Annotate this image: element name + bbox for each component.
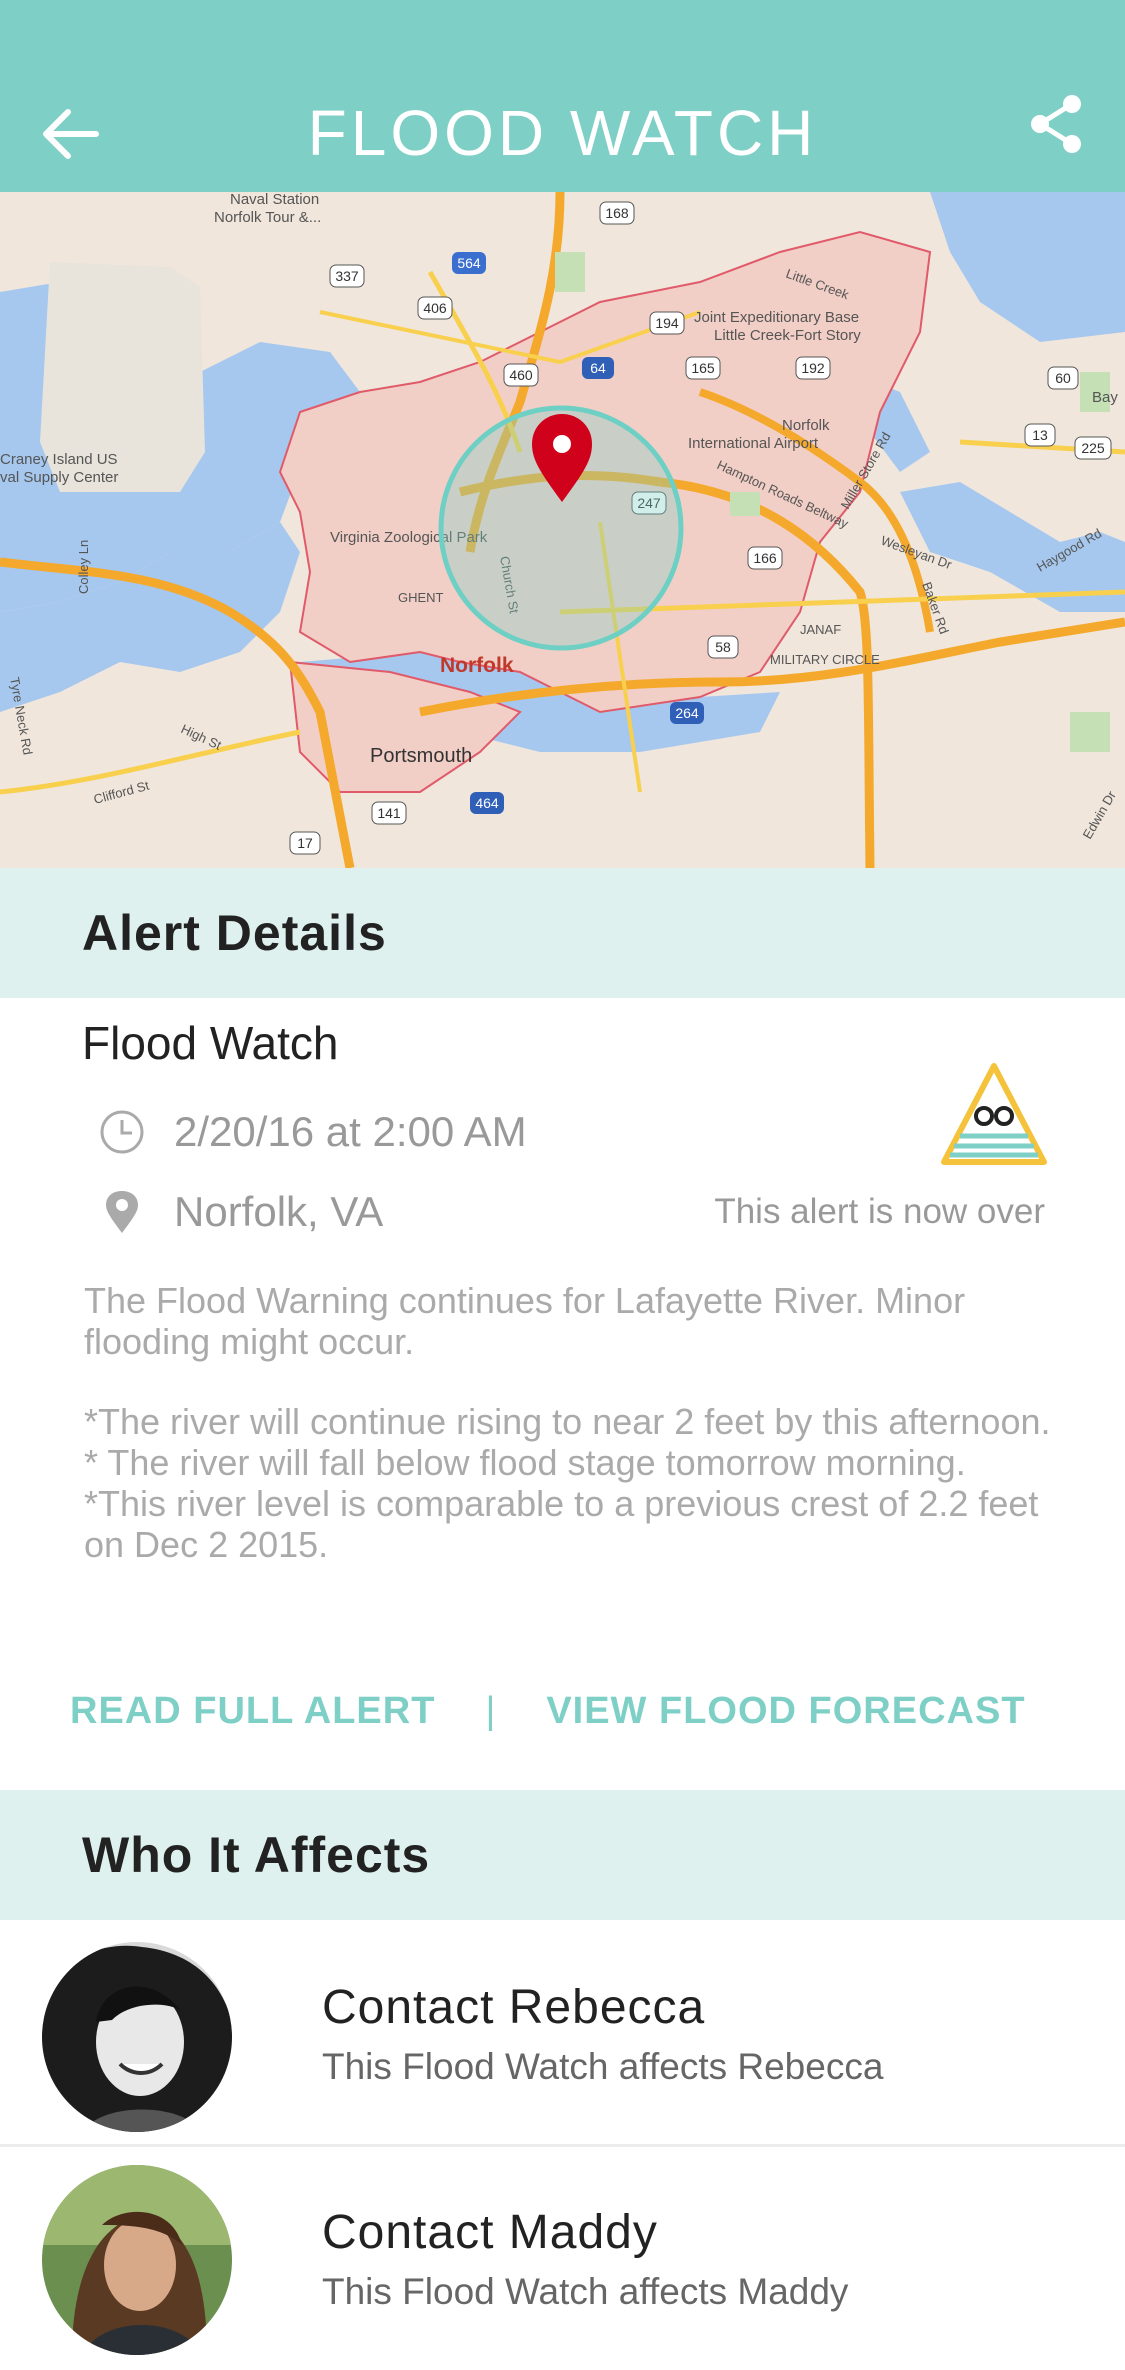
map-label: Craney Island US — [0, 451, 118, 468]
avatar — [42, 2165, 232, 2355]
svg-text:225: 225 — [1081, 440, 1105, 456]
read-full-alert-link[interactable]: READ FULL ALERT — [70, 1690, 435, 1733]
who-it-affects-header: Who It Affects — [0, 1790, 1125, 1920]
alert-paragraph: *The river will continue rising to near … — [84, 1401, 1051, 1442]
route-shield: 58 — [707, 635, 739, 659]
alert-location-row: Norfolk, VA — [96, 1186, 383, 1238]
route-shield: 192 — [795, 356, 831, 380]
map-label: JANAF — [800, 622, 841, 637]
svg-text:168: 168 — [605, 205, 629, 221]
svg-text:166: 166 — [753, 550, 777, 566]
map-label: Portsmouth — [370, 745, 472, 767]
route-shield: 17 — [289, 831, 321, 855]
route-shield: 13 — [1024, 423, 1056, 447]
svg-text:194: 194 — [655, 315, 679, 331]
alert-location: Norfolk, VA — [174, 1188, 384, 1235]
route-shield: 168 — [599, 201, 635, 225]
svg-text:141: 141 — [377, 805, 401, 821]
contact-row[interactable]: Contact Rebecca This Flood Watch affects… — [0, 1922, 1125, 2142]
svg-text:264: 264 — [675, 705, 699, 721]
avatar — [42, 1942, 232, 2132]
alert-paragraph: *This river level is comparable to a pre… — [84, 1483, 1039, 1565]
app-bar: FLOOD WATCH — [0, 0, 1125, 192]
share-icon — [1031, 95, 1081, 153]
page-title: FLOOD WATCH — [307, 97, 818, 169]
svg-text:464: 464 — [475, 795, 499, 811]
alert-description: The Flood Warning continues for Lafayett… — [84, 1280, 1054, 1565]
flood-warning-icon — [940, 1060, 1048, 1170]
route-shield: 406 — [417, 296, 453, 320]
route-shield: 225 — [1074, 436, 1112, 460]
route-shield: 464 — [470, 792, 504, 814]
svg-text:64: 64 — [590, 360, 606, 376]
svg-text:460: 460 — [509, 367, 533, 383]
section-title: Who It Affects — [82, 1827, 431, 1883]
alert-details-header: Alert Details — [0, 868, 1125, 998]
map-label: MILITARY CIRCLE — [770, 652, 880, 667]
map-label: Bay — [1092, 389, 1118, 406]
route-shield: 64 — [582, 357, 614, 379]
route-shield: 194 — [649, 311, 685, 335]
route-shield: 264 — [670, 702, 704, 724]
map-label: International Airport — [688, 435, 819, 452]
contact-subtitle: This Flood Watch affects Rebecca — [322, 2046, 884, 2087]
map-label: val Supply Center — [0, 469, 118, 486]
alert-time-row: 2/20/16 at 2:00 AM — [96, 1106, 527, 1158]
map-label: Norfolk — [782, 417, 830, 434]
flood-map[interactable]: 168 564 337 406 194 460 64 165 192 60 13… — [0, 192, 1125, 868]
svg-text:60: 60 — [1055, 370, 1071, 386]
clock-icon — [96, 1106, 148, 1158]
svg-text:406: 406 — [423, 300, 447, 316]
route-shield: 460 — [503, 363, 539, 387]
route-shield: 166 — [747, 546, 783, 570]
alert-time: 2/20/16 at 2:00 AM — [174, 1108, 527, 1155]
contact-name: Contact Maddy — [322, 2206, 658, 2259]
svg-text:13: 13 — [1032, 427, 1048, 443]
route-shield: 60 — [1047, 366, 1079, 390]
route-shield: 141 — [371, 801, 407, 825]
view-flood-forecast-link[interactable]: VIEW FLOOD FORECAST — [546, 1690, 1025, 1733]
alert-actions: READ FULL ALERT | VIEW FLOOD FORECAST — [70, 1690, 1070, 1733]
svg-text:192: 192 — [801, 360, 825, 376]
route-shield: 165 — [685, 356, 721, 380]
map-label: Naval Station — [230, 192, 319, 208]
alert-paragraph: * The river will fall below flood stage … — [84, 1442, 966, 1483]
alert-status: This alert is now over — [714, 1192, 1045, 1231]
alert-name: Flood Watch — [82, 1017, 339, 1069]
map-label: Norfolk — [440, 654, 514, 677]
section-title: Alert Details — [82, 905, 387, 961]
svg-text:564: 564 — [457, 255, 481, 271]
map-label: Little Creek-Fort Story — [714, 327, 861, 344]
svg-text:58: 58 — [715, 639, 731, 655]
contact-subtitle: This Flood Watch affects Maddy — [322, 2271, 849, 2312]
svg-text:165: 165 — [691, 360, 715, 376]
map-canvas: 168 564 337 406 194 460 64 165 192 60 13… — [0, 192, 1125, 868]
share-button[interactable] — [1020, 88, 1092, 160]
alert-paragraph: The Flood Warning continues for Lafayett… — [84, 1280, 966, 1362]
map-label: Norfolk Tour &... — [214, 209, 321, 226]
contact-row[interactable]: Contact Maddy This Flood Watch affects M… — [0, 2147, 1125, 2367]
svg-text:337: 337 — [335, 268, 359, 284]
route-shield: 564 — [452, 252, 486, 274]
map-label: GHENT — [398, 590, 444, 605]
map-label: Joint Expeditionary Base — [694, 309, 859, 326]
contact-name: Contact Rebecca — [322, 1981, 706, 2034]
action-separator: | — [485, 1690, 497, 1732]
map-label: Colley Ln — [76, 540, 91, 594]
svg-text:17: 17 — [297, 835, 313, 851]
location-pin-icon — [96, 1186, 148, 1238]
route-shield: 337 — [329, 264, 365, 288]
